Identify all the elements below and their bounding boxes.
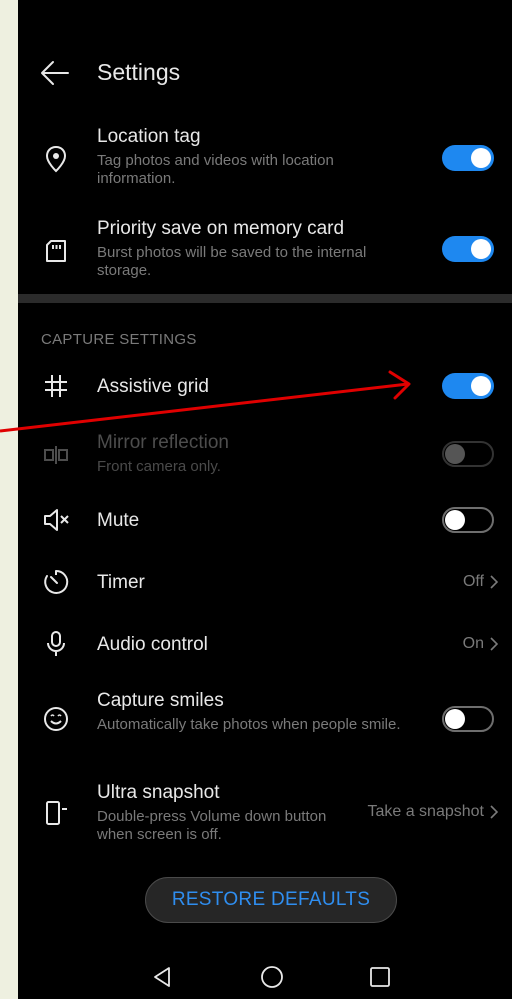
back-arrow-icon[interactable] xyxy=(38,56,72,90)
chevron-right-icon xyxy=(490,575,498,589)
priority-save-toggle[interactable] xyxy=(442,236,494,262)
ultra-snapshot-row[interactable]: Ultra snapshot Double-press Volume down … xyxy=(18,776,512,851)
location-tag-row[interactable]: Location tag Tag photos and videos with … xyxy=(18,120,512,195)
audio-control-value-text: On xyxy=(462,635,484,652)
mute-icon xyxy=(41,505,71,535)
nav-recents-icon[interactable] xyxy=(368,965,392,989)
mute-toggle[interactable] xyxy=(442,507,494,533)
location-tag-label: Location tag xyxy=(97,126,201,147)
phone-snapshot-icon xyxy=(41,798,71,828)
mirror-reflection-row: Mirror reflection Front camera only. xyxy=(18,428,512,482)
ultra-snapshot-value[interactable]: Take a snapshot xyxy=(367,803,498,821)
timer-value[interactable]: Off xyxy=(463,573,498,591)
location-pin-icon xyxy=(41,144,71,174)
capture-settings-heading: CAPTURE SETTINGS xyxy=(41,331,197,348)
capture-smiles-label: Capture smiles xyxy=(97,690,224,711)
ultra-snapshot-label: Ultra snapshot xyxy=(97,782,220,803)
audio-control-row[interactable]: Audio control On xyxy=(18,622,512,666)
nav-back-icon[interactable] xyxy=(151,965,175,989)
chevron-right-icon xyxy=(490,637,498,651)
timer-label: Timer xyxy=(97,572,145,593)
location-tag-toggle[interactable] xyxy=(442,145,494,171)
mirror-icon xyxy=(41,440,71,470)
priority-save-description: Burst photos will be saved to the intern… xyxy=(97,244,367,279)
ultra-snapshot-description: Double-press Volume down button when scr… xyxy=(97,808,327,843)
microphone-icon xyxy=(41,629,71,659)
mute-label: Mute xyxy=(97,510,140,531)
priority-save-row[interactable]: Priority save on memory card Burst photo… xyxy=(18,212,512,287)
assistive-grid-toggle[interactable] xyxy=(442,373,494,399)
timer-icon xyxy=(41,567,71,597)
priority-save-label: Priority save on memory card xyxy=(97,218,345,239)
capture-smiles-toggle[interactable] xyxy=(442,706,494,732)
assistive-grid-row[interactable]: Assistive grid xyxy=(18,364,512,408)
timer-value-text: Off xyxy=(462,573,484,590)
system-navigation-bar xyxy=(18,950,512,999)
sd-card-icon xyxy=(41,236,71,266)
assistive-grid-label: Assistive grid xyxy=(97,376,209,397)
phone-screen: Settings Location tag Tag photos and vid… xyxy=(18,0,512,999)
section-divider xyxy=(18,294,512,303)
audio-control-label: Audio control xyxy=(97,634,208,655)
capture-smiles-description: Automatically take photos when people sm… xyxy=(97,716,401,733)
audio-control-value[interactable]: On xyxy=(463,635,498,653)
page-title: Settings xyxy=(97,59,181,85)
chevron-right-icon xyxy=(490,805,498,819)
location-tag-description: Tag photos and videos with location info… xyxy=(97,152,334,187)
app-header: Settings xyxy=(18,0,512,110)
capture-smiles-row[interactable]: Capture smiles Automatically take photos… xyxy=(18,684,512,759)
ultra-snapshot-value-text: Take a snapshot xyxy=(367,803,484,820)
grid-icon xyxy=(41,371,71,401)
timer-row[interactable]: Timer Off xyxy=(18,560,512,604)
mute-row[interactable]: Mute xyxy=(18,498,512,542)
mirror-reflection-description: Front camera only. xyxy=(97,458,221,475)
mirror-reflection-label: Mirror reflection xyxy=(97,432,229,453)
nav-home-icon[interactable] xyxy=(260,965,284,989)
smile-icon xyxy=(41,704,71,734)
mirror-reflection-toggle xyxy=(442,441,494,467)
restore-defaults-button[interactable]: RESTORE DEFAULTS xyxy=(145,877,397,923)
